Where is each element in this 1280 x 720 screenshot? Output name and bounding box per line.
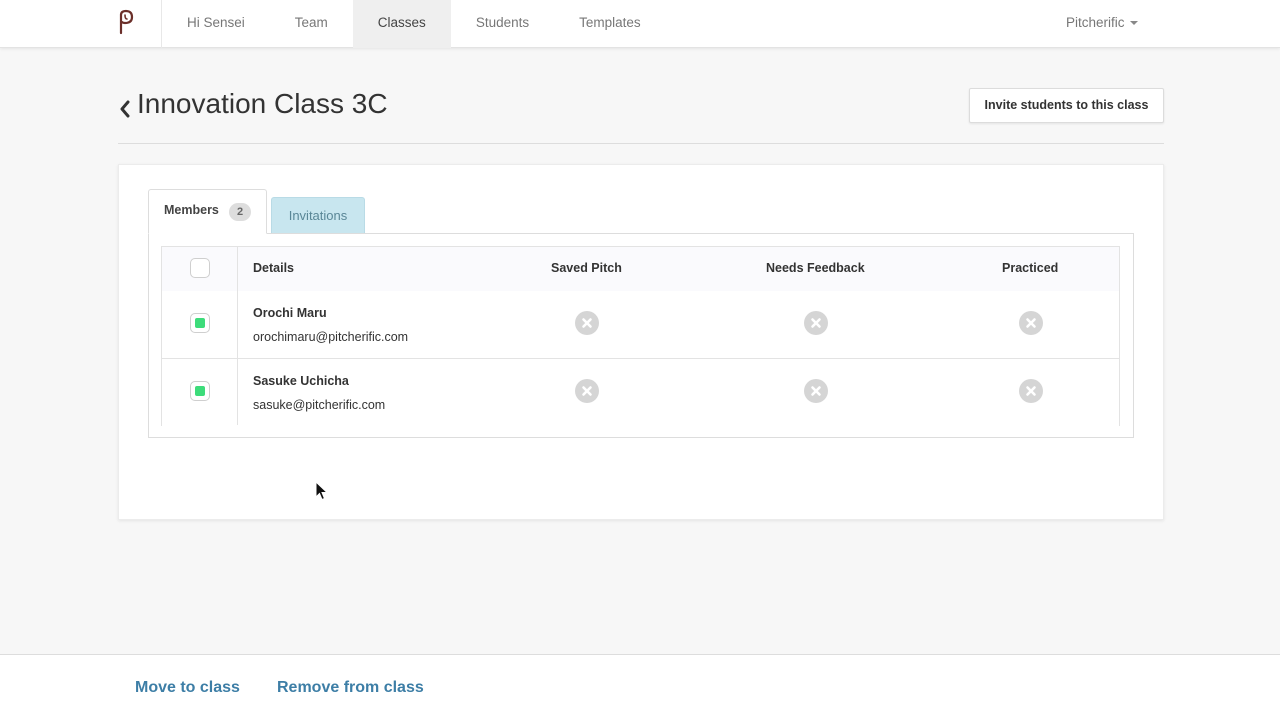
table-row: Sasuke Uchicha sasuke@pitcherific.com xyxy=(162,359,1119,426)
member-email: sasuke@pitcherific.com xyxy=(253,398,386,412)
nav-item-templates[interactable]: Templates xyxy=(554,0,666,48)
nav-items: Hi Sensei Team Classes Students Template… xyxy=(162,0,666,48)
needs-feedback-x-icon xyxy=(804,379,828,403)
remove-from-class-link[interactable]: Remove from class xyxy=(277,679,424,697)
column-header-details: Details xyxy=(253,261,294,275)
page-title: Innovation Class 3C xyxy=(137,88,388,119)
column-divider xyxy=(237,247,238,425)
account-dropdown[interactable]: Pitcherific xyxy=(1066,0,1138,48)
row-checkbox[interactable] xyxy=(190,381,210,401)
column-header-saved-pitch: Saved Pitch xyxy=(551,261,622,275)
practiced-x-icon xyxy=(1019,379,1043,403)
top-nav: Hi Sensei Team Classes Students Template… xyxy=(0,0,1280,48)
header-divider xyxy=(118,143,1164,144)
caret-down-icon xyxy=(1129,21,1138,26)
table-header: Details Saved Pitch Needs Feedback Pract… xyxy=(162,247,1119,291)
members-count-badge: 2 xyxy=(229,203,251,221)
table-row: Orochi Maru orochimaru@pitcherific.com xyxy=(162,291,1119,359)
bulk-action-bar: Move to class Remove from class xyxy=(0,654,1280,720)
nav-item-team[interactable]: Team xyxy=(270,0,353,48)
nav-item-classes[interactable]: Classes xyxy=(352,0,451,48)
pitcherific-logo-icon[interactable] xyxy=(115,9,135,35)
tab-members-label: Members xyxy=(164,203,219,217)
practiced-x-icon xyxy=(1019,311,1043,335)
nav-item-students[interactable]: Students xyxy=(451,0,554,48)
mouse-cursor-icon xyxy=(315,481,328,501)
tab-members[interactable]: Members 2 xyxy=(148,189,267,234)
saved-pitch-x-icon xyxy=(575,379,599,403)
invite-students-button[interactable]: Invite students to this class xyxy=(969,88,1164,123)
member-name: Sasuke Uchicha xyxy=(253,374,349,388)
chevron-left-icon[interactable] xyxy=(118,98,132,120)
nav-item-hi-sensei[interactable]: Hi Sensei xyxy=(162,0,270,48)
select-all-checkbox[interactable] xyxy=(190,258,210,278)
account-label: Pitcherific xyxy=(1066,15,1125,30)
member-name: Orochi Maru xyxy=(253,306,327,320)
member-email: orochimaru@pitcherific.com xyxy=(253,330,409,344)
needs-feedback-x-icon xyxy=(804,311,828,335)
move-to-class-link[interactable]: Move to class xyxy=(135,679,240,697)
column-header-needs-feedback: Needs Feedback xyxy=(766,261,865,275)
members-table: Details Saved Pitch Needs Feedback Pract… xyxy=(161,246,1120,426)
row-checkbox[interactable] xyxy=(190,313,210,333)
tab-invitations[interactable]: Invitations xyxy=(271,197,365,233)
column-header-practiced: Practiced xyxy=(1002,261,1059,275)
saved-pitch-x-icon xyxy=(575,311,599,335)
